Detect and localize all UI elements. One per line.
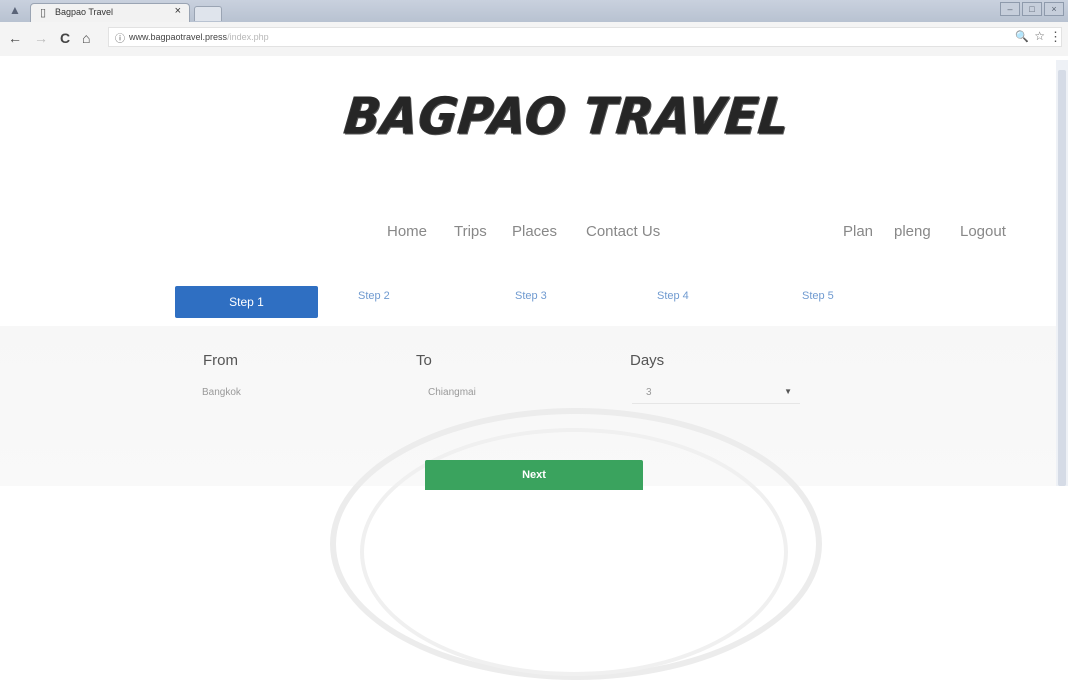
nav-contact-us[interactable]: Contact Us <box>586 223 660 240</box>
home-icon[interactable]: ⌂ <box>82 30 90 46</box>
info-icon[interactable]: ⓘ <box>115 30 125 45</box>
bookmark-star-icon[interactable]: ☆ <box>1034 29 1045 43</box>
nav-places[interactable]: Places <box>512 223 557 240</box>
reload-icon[interactable]: C <box>60 30 70 46</box>
zoom-icon[interactable]: 🔍 <box>1015 30 1029 43</box>
days-label: Days <box>630 352 665 369</box>
step-4-tab[interactable]: Step 4 <box>657 290 689 302</box>
url-text: www.bagpaotravel.press/index.php <box>129 32 269 42</box>
dropdown-caret-icon: ▼ <box>784 387 792 396</box>
new-tab-button[interactable] <box>194 6 222 21</box>
to-label: To <box>416 352 432 369</box>
tab-close-icon[interactable]: × <box>175 5 181 17</box>
step-2-tab[interactable]: Step 2 <box>358 290 390 302</box>
window-controls: – □ × <box>1000 2 1064 16</box>
step-3-tab[interactable]: Step 3 <box>515 290 547 302</box>
minimize-button[interactable]: – <box>1000 2 1020 16</box>
from-field[interactable]: Bangkok <box>202 387 241 398</box>
site-logo[interactable]: BAGPAO TRAVEL <box>340 87 793 163</box>
scrollbar-thumb[interactable] <box>1058 70 1066 486</box>
nav-home[interactable]: Home <box>387 223 427 240</box>
address-bar[interactable]: ⓘ www.bagpaotravel.press/index.php 🔍 ☆ <box>108 27 1062 47</box>
browser-menu-icon[interactable]: ▲ <box>6 3 24 18</box>
close-window-button[interactable]: × <box>1044 2 1064 16</box>
nav-logout[interactable]: Logout <box>960 223 1006 240</box>
step-5-tab[interactable]: Step 5 <box>802 290 834 302</box>
page-icon: ▯ <box>40 7 47 19</box>
browser-toolbar: ← → C ⌂ ⓘ www.bagpaotravel.press/index.p… <box>0 22 1068 56</box>
forward-icon[interactable]: → <box>34 30 48 46</box>
from-label: From <box>203 352 238 369</box>
browser-tab[interactable]: ▯ Bagpao Travel × <box>30 3 190 22</box>
nav-trips[interactable]: Trips <box>454 223 487 240</box>
browser-titlebar: ▲ ▯ Bagpao Travel × – □ × <box>0 0 1068 22</box>
back-icon[interactable]: ← <box>8 30 22 46</box>
days-selected-value: 3 <box>646 387 652 398</box>
kebab-menu-icon[interactable]: ⋮ <box>1049 29 1062 45</box>
days-select[interactable]: 3 ▼ <box>632 382 800 404</box>
to-field[interactable]: Chiangmai <box>428 387 476 398</box>
page-scrollbar[interactable] <box>1056 60 1068 486</box>
nav-plan[interactable]: Plan <box>843 223 873 240</box>
nav-user-pleng[interactable]: pleng <box>894 223 931 240</box>
step-1-tab[interactable]: Step 1 <box>175 286 318 318</box>
maximize-button[interactable]: □ <box>1022 2 1042 16</box>
tab-title: Bagpao Travel <box>55 7 114 17</box>
